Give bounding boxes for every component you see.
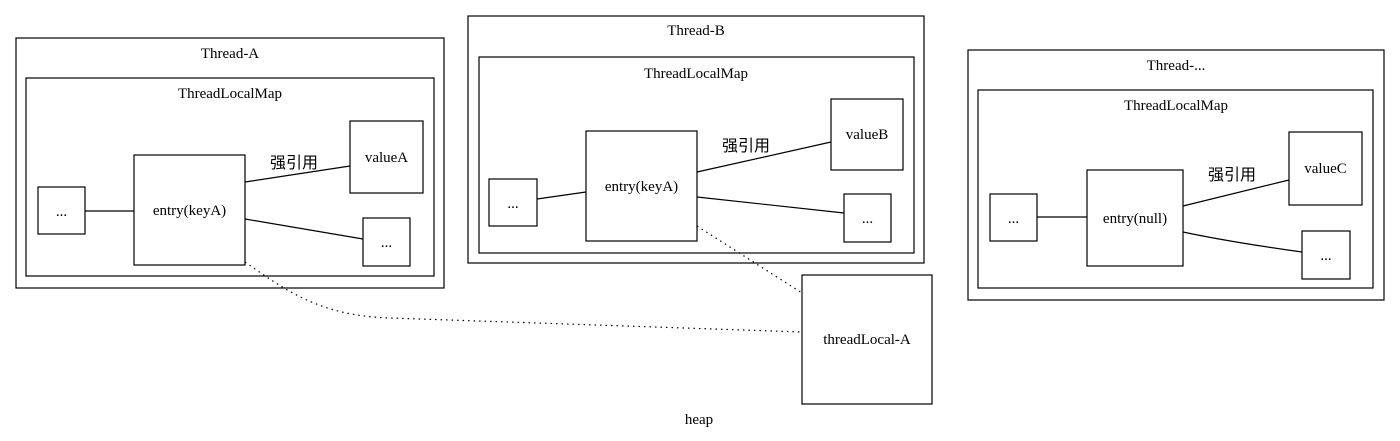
thread-c-value-label: valueC: [1304, 161, 1347, 177]
thread-c-group: Thread-... ThreadLocalMap ... entry(null…: [967, 49, 1385, 301]
thread-a-other-node-label: ...: [381, 235, 392, 251]
thread-a-value-label: valueA: [365, 150, 408, 166]
heap-label: heap: [685, 412, 713, 428]
thread-c-map-title: ThreadLocalMap: [1124, 98, 1228, 114]
thread-a-left-node-label: ...: [56, 204, 67, 220]
thread-b-value-label: valueB: [846, 127, 889, 143]
heap-diagram: Thread-A ThreadLocalMap ... entry(keyA) …: [15, 15, 1385, 428]
thread-c-other-node-label: ...: [1320, 248, 1331, 264]
thread-c-title: Thread-...: [1147, 58, 1206, 74]
thread-b-title: Thread-B: [667, 23, 724, 39]
thread-a-entry-label: entry(keyA): [153, 203, 226, 219]
thread-a-map-title: ThreadLocalMap: [178, 86, 282, 102]
thread-a-group: Thread-A ThreadLocalMap ... entry(keyA) …: [15, 37, 445, 289]
thread-local-label: threadLocal-A: [823, 332, 911, 348]
thread-b-map-title: ThreadLocalMap: [644, 66, 748, 82]
thread-c-entry-label: entry(null): [1103, 211, 1167, 227]
thread-b-other-node-label: ...: [862, 211, 873, 227]
thread-b-group: Thread-B ThreadLocalMap ... entry(keyA) …: [467, 15, 925, 264]
thread-b-entry-label: entry(keyA): [605, 179, 678, 195]
thread-c-edge-label: 强引用: [1208, 165, 1256, 184]
thread-c-left-node-label: ...: [1008, 211, 1019, 227]
thread-a-edge-label: 强引用: [270, 153, 318, 172]
thread-b-edge-label: 强引用: [722, 136, 770, 155]
thread-b-left-node-label: ...: [507, 196, 518, 212]
thread-a-title: Thread-A: [201, 46, 259, 62]
